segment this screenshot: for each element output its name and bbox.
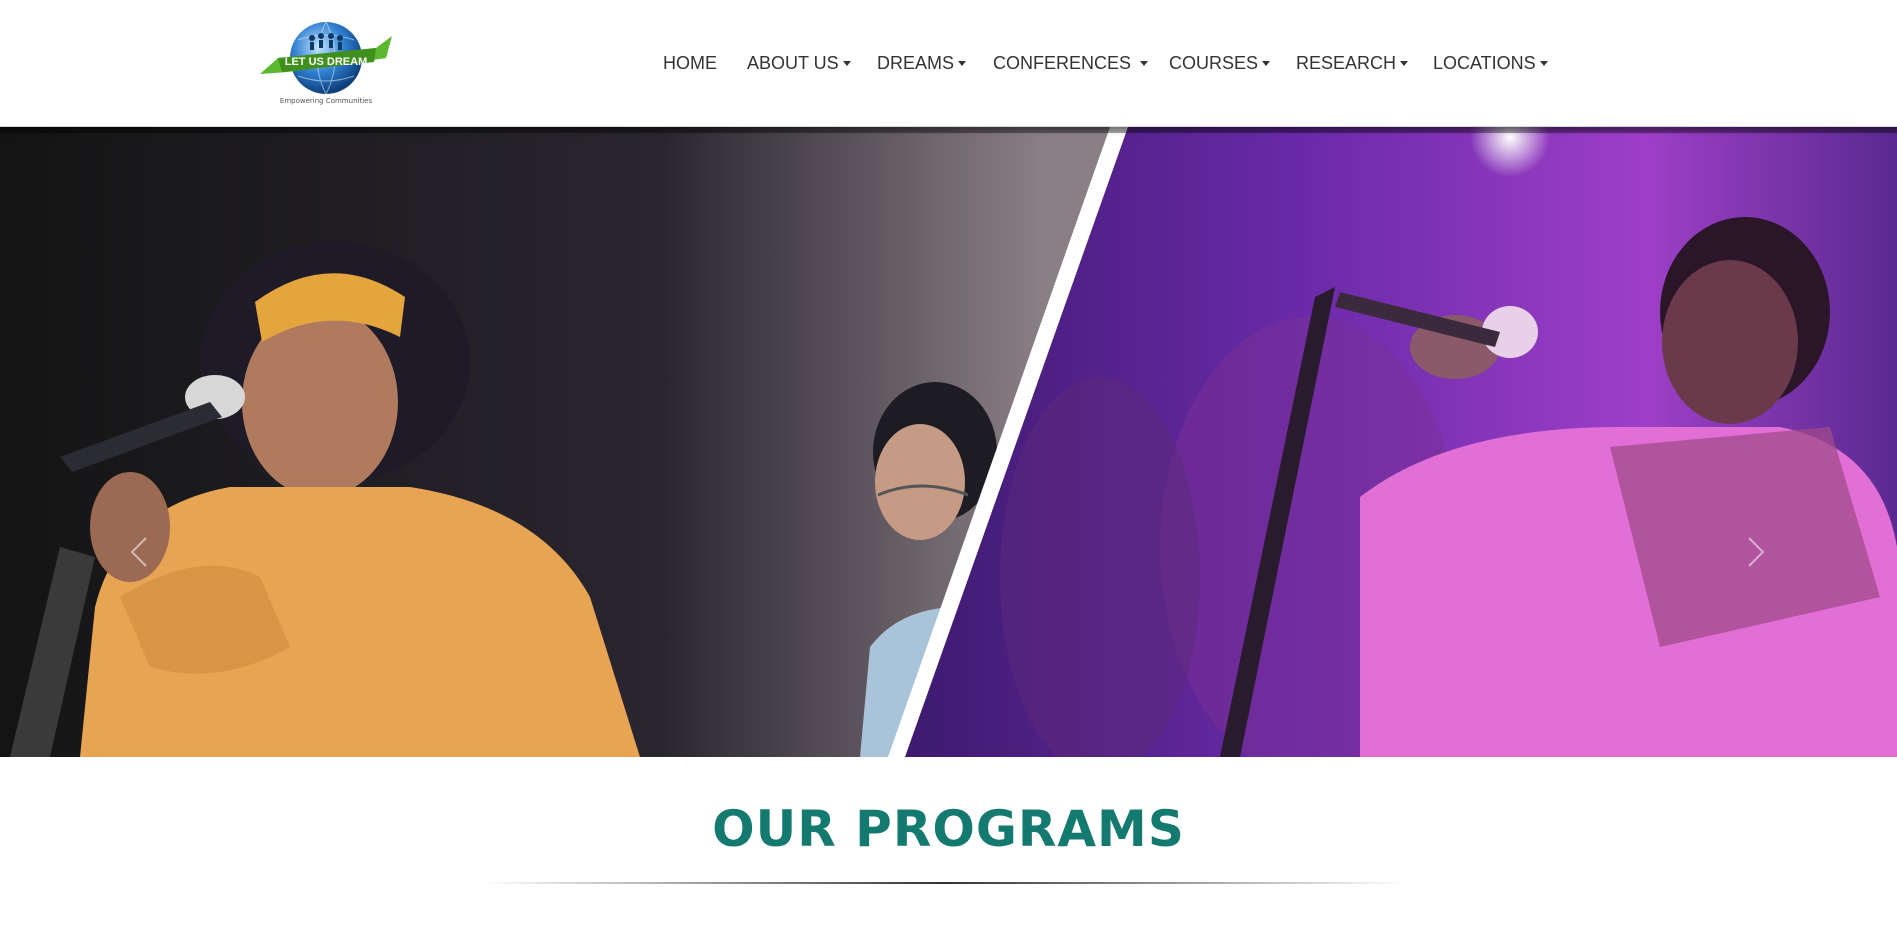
caret-down-icon (958, 61, 967, 66)
nav-locations[interactable]: LOCATIONS (1433, 50, 1548, 76)
carousel-next-button[interactable] (1735, 532, 1775, 572)
nav-conferences[interactable]: CONFERENCES (993, 50, 1149, 76)
nav-about-us[interactable]: ABOUT US (747, 50, 851, 76)
hero-carousel (0, 127, 1897, 757)
logo-wordmark: LET US DREAM (285, 56, 368, 68)
nav-research[interactable]: RESEARCH (1296, 50, 1409, 76)
globe-logo-icon: LET US DREAM (260, 21, 392, 95)
caret-down-icon (1400, 61, 1409, 66)
carousel-prev-button[interactable] (120, 532, 160, 572)
section-title: OUR PROGRAMS (712, 800, 1185, 858)
nav-home[interactable]: HOME (663, 50, 717, 76)
nav-home-label: HOME (663, 53, 717, 73)
caret-down-icon (1262, 61, 1271, 66)
site-logo[interactable]: LET US DREAM Empowering Communities (258, 18, 394, 110)
nav-courses[interactable]: COURSES (1169, 50, 1271, 76)
nav-about-us-label: ABOUT US (747, 53, 839, 73)
chevron-right-icon (1748, 537, 1765, 567)
caret-down-icon (1539, 61, 1548, 66)
logo-tagline: Empowering Communities (279, 97, 373, 105)
caret-down-icon (842, 61, 851, 66)
chevron-left-icon (130, 537, 147, 567)
hero-slide-image (0, 127, 1897, 757)
nav-locations-label: LOCATIONS (1433, 53, 1536, 73)
nav-dreams-label: DREAMS (877, 53, 955, 73)
nav-dreams[interactable]: DREAMS (877, 50, 967, 76)
site-header: LET US DREAM Empowering Communities HOME… (0, 0, 1897, 127)
section-divider (482, 882, 1407, 884)
nav-research-label: RESEARCH (1296, 53, 1397, 73)
nav-conferences-label: CONFERENCES (993, 53, 1132, 73)
caret-down-icon (1140, 61, 1149, 66)
nav-courses-label: COURSES (1169, 53, 1259, 73)
